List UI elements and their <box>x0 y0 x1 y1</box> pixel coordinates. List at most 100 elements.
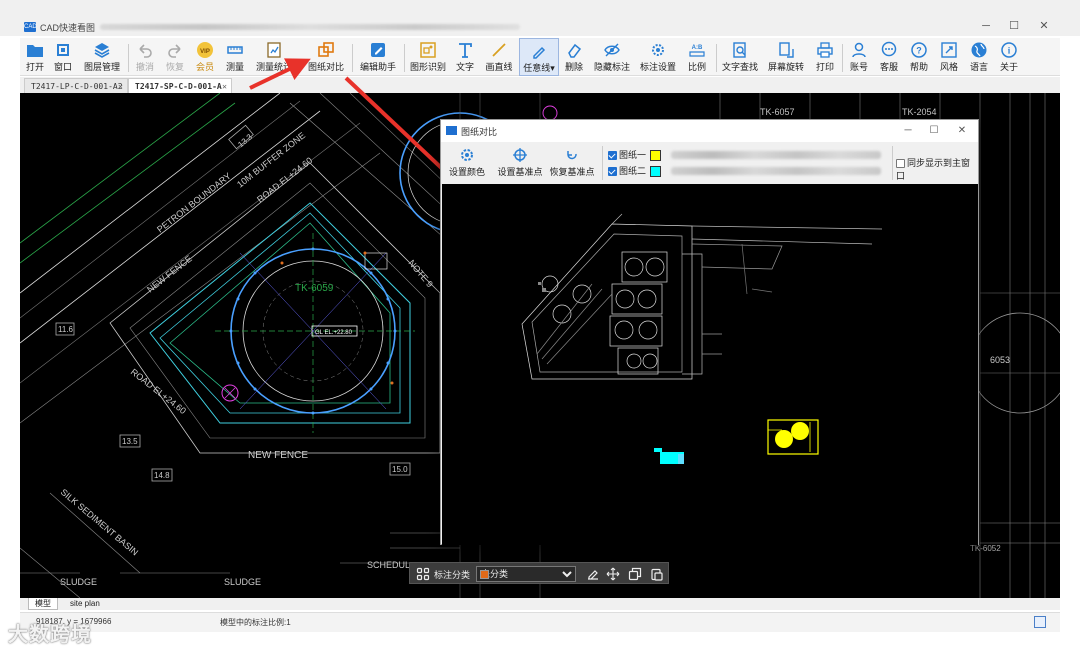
scale-button[interactable]: A:B 比例 <box>684 38 710 76</box>
layer-manager-button[interactable]: 图层管理 <box>80 38 124 76</box>
edit-icon[interactable] <box>586 567 600 581</box>
layout-icon[interactable] <box>1034 616 1046 628</box>
window-icon <box>57 44 69 56</box>
set-base-point-icon <box>513 148 527 162</box>
measure-icon <box>227 46 243 54</box>
app-logo-icon: CAD <box>24 22 37 32</box>
close-tab-icon[interactable]: ✕ <box>222 79 227 93</box>
annotation-settings-button[interactable]: 标注设置 <box>638 38 678 76</box>
language-icon <box>971 42 987 58</box>
blurred-file-path <box>100 24 520 30</box>
sync-main-window-checkbox[interactable] <box>896 159 905 169</box>
redo-button[interactable]: 恢复 <box>162 38 188 76</box>
dimension-value: 11.6 <box>58 325 74 334</box>
drawing2-row: 图纸二 <box>608 165 662 178</box>
category-label: 标注分类 <box>434 570 471 580</box>
copy-icon[interactable] <box>628 567 642 581</box>
drawing2-color-swatch[interactable] <box>650 166 662 178</box>
app-title: CAD快速看图 <box>40 23 96 33</box>
set-color-icon <box>461 149 473 161</box>
draw-line-button[interactable]: 画直线 <box>482 38 516 76</box>
drawing1-color-swatch[interactable] <box>650 150 662 162</box>
freehand-line-icon <box>533 46 546 59</box>
vip-button[interactable]: VIP 会员 <box>192 38 218 76</box>
freehand-line-button[interactable]: 任意线▾ <box>519 38 559 76</box>
text-button[interactable]: 文字 <box>452 38 478 76</box>
dialog-close-button[interactable]: ✕ <box>951 122 973 140</box>
layout-tab-site-plan[interactable]: site plan <box>64 598 106 610</box>
set-color-button[interactable]: 设置颜色 <box>445 145 489 181</box>
dimension-value: 14.8 <box>154 471 170 480</box>
annotation-category-bar: 标注分类 未分类 <box>409 562 669 584</box>
svg-text:VIP: VIP <box>200 49 210 55</box>
status-bar: 918187, y = 1679966 模型中的标注比例:1 <box>20 612 1060 632</box>
tank-label-tk6057: TK-6057 <box>760 107 795 117</box>
scale-icon: A:B <box>689 45 705 57</box>
measure-button[interactable]: 测量 <box>222 38 248 76</box>
dimension-value: 13.3 <box>236 132 254 149</box>
drawing2-checkbox[interactable] <box>608 167 617 177</box>
edit-assistant-icon <box>371 43 385 57</box>
help-icon: ? <box>911 42 927 58</box>
shape-recognition-button[interactable]: 图形识别 <box>408 38 448 76</box>
road-label: ROAD EL+24.60 <box>129 367 188 416</box>
blurred-drawing1-path <box>671 151 881 159</box>
set-base-point-button[interactable]: 设置基准点 <box>495 145 545 181</box>
tank-label-tk6059: TK-6059 <box>295 283 334 294</box>
undo-button[interactable]: 撤消 <box>132 38 158 76</box>
open-button[interactable]: 打开 <box>22 38 48 76</box>
blurred-drawing2-path <box>671 167 881 175</box>
watermark: 大数跨境 <box>8 624 92 646</box>
layout-tabs: 模型 site plan <box>20 598 1060 610</box>
close-button[interactable]: ✕ <box>1030 16 1058 36</box>
layers-icon <box>94 43 110 58</box>
category-select[interactable]: 未分类 <box>476 566 576 582</box>
customer-service-button[interactable]: 客服 <box>876 38 902 76</box>
text-icon <box>459 43 472 58</box>
svg-text:i: i <box>1008 46 1011 56</box>
shape-recognition-icon <box>420 42 436 58</box>
window-button[interactable]: 窗口 <box>50 38 76 76</box>
tank-label-tk6052: TK-6052 <box>970 544 1001 553</box>
style-button[interactable]: 风格 <box>936 38 962 76</box>
help-button[interactable]: ? 帮助 <box>906 38 932 76</box>
dialog-title: 图纸对比 <box>461 127 498 137</box>
dialog-maximize-button[interactable]: ☐ <box>923 122 945 140</box>
dimension-value: 15.0 <box>392 465 408 474</box>
print-button[interactable]: 打印 <box>812 38 838 76</box>
basin-label: SILK SEDIMENT BASIN <box>59 487 140 558</box>
fence-label: NEW FENCE <box>145 253 194 294</box>
hide-annotation-button[interactable]: 隐藏标注 <box>592 38 632 76</box>
edit-assistant-button[interactable]: 编辑助手 <box>358 38 398 76</box>
tank-label-tk2054: TK-2054 <box>902 107 937 117</box>
move-icon[interactable] <box>606 567 620 581</box>
close-tab-icon[interactable]: ✕ <box>118 79 123 93</box>
maximize-button[interactable]: ☐ <box>1000 16 1028 36</box>
sludge-label: SLUDGE <box>60 577 97 587</box>
drawing-compare-button[interactable]: 图纸对比 <box>306 38 346 76</box>
paste-icon[interactable] <box>650 567 664 581</box>
compare-canvas[interactable] <box>442 184 978 545</box>
text-search-button[interactable]: 文字查找 <box>720 38 760 76</box>
language-button[interactable]: 语言 <box>966 38 992 76</box>
restore-base-point-button[interactable]: 恢复基准点 <box>547 145 597 181</box>
minimize-button[interactable]: ─ <box>972 16 1000 36</box>
about-button[interactable]: i 关于 <box>996 38 1022 76</box>
drawing1-checkbox[interactable] <box>608 151 617 161</box>
doc-tab-active[interactable]: T2417-SP-C-D-001-A ✕ <box>128 78 232 93</box>
style-icon <box>941 42 957 58</box>
doc-tab[interactable]: T2417-LP-C-D-001-A2 ✕ <box>24 78 128 93</box>
text-search-icon <box>733 42 746 58</box>
measure-stats-button[interactable]: 测量统计 <box>252 38 296 76</box>
screen-rotate-icon <box>779 42 794 58</box>
account-button[interactable]: 账号 <box>846 38 872 76</box>
hide-annotation-icon <box>604 43 620 57</box>
compare-drawing <box>521 213 883 464</box>
dialog-minimize-button[interactable]: ─ <box>897 122 919 140</box>
screen-rotate-button[interactable]: 屏幕旋转 <box>766 38 806 76</box>
grid-icon[interactable] <box>416 567 430 581</box>
print-icon <box>817 42 833 58</box>
layout-tab-model[interactable]: 模型 <box>28 598 58 610</box>
restore-base-point-icon <box>567 151 577 160</box>
delete-button[interactable]: 删除 <box>562 38 586 76</box>
